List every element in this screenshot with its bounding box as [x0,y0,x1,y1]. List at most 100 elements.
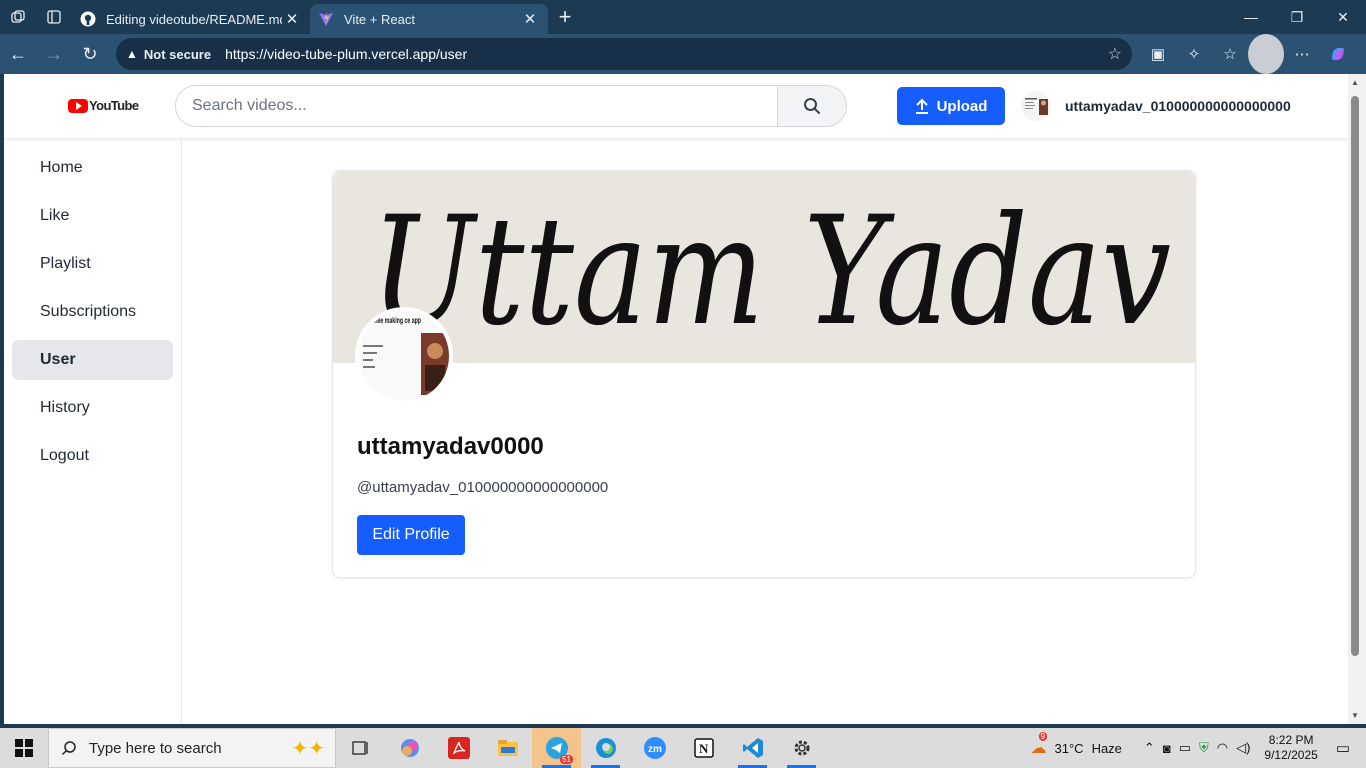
upload-button[interactable]: Upload [897,87,1005,125]
weather-icon: ☁ 9 [1030,732,1047,757]
system-tray: ☁ 9 31°C Haze ⌃ ◙ ▭ ⛨ ◠ ◁) 8:22 PM 9/12/… [1031,728,1366,768]
search-button[interactable] [777,86,846,126]
search-bar [175,85,847,127]
address-bar[interactable]: ▲ Not secure https://video-tube-plum.ver… [116,38,1132,70]
clock-date: 9/12/2025 [1264,748,1318,762]
search-icon [61,741,76,756]
scroll-down-icon[interactable]: ▼ [1351,711,1359,720]
sidebar-item-history[interactable]: History [12,388,173,428]
chevron-up-icon[interactable]: ⌃ [1144,740,1155,756]
task-view-icon[interactable] [336,728,385,768]
reader-mode-icon[interactable]: ▣ [1140,34,1176,74]
sidebar: Home Like Playlist Subscriptions User Hi… [4,138,182,724]
settings-icon[interactable] [777,728,826,768]
new-tab-button[interactable]: + [548,0,582,34]
workspaces-icon[interactable] [0,0,36,34]
telegram-badge: 51 [560,755,573,764]
refresh-icon[interactable]: ↻ [72,34,108,74]
url-text[interactable]: https://video-tube-plum.vercel.app/user [225,46,1108,62]
more-icon[interactable]: ⋯ [1284,34,1320,74]
vite-icon [318,11,334,27]
camera-icon[interactable]: ◙ [1163,741,1171,756]
restore-icon[interactable]: ❐ [1274,0,1320,34]
scroll-up-icon[interactable]: ▲ [1351,78,1359,87]
app-header: YouTube Upload uttamyadav_01000000000000… [4,74,1348,138]
extensions-icon[interactable]: ✧ [1176,34,1212,74]
sidebar-item-playlist[interactable]: Playlist [12,244,173,284]
tab-github-readme[interactable]: Editing videotube/README.md at ✕ [72,4,310,34]
back-icon[interactable]: ← [0,34,36,74]
sidebar-item-home[interactable]: Home [12,148,173,188]
weather-text: Haze [1091,740,1122,756]
header-username: uttamyadav_010000000000000000 [1065,98,1291,114]
header-user[interactable]: uttamyadav_010000000000000000 [1021,91,1291,121]
favorites-icon[interactable]: ☆ [1212,34,1248,74]
scroll-thumb[interactable] [1351,96,1359,656]
copilot-icon[interactable] [1320,34,1356,74]
profile-handle: @uttamyadav_010000000000000000 [357,479,609,496]
tab-vite-react[interactable]: Vite + React ✕ [310,4,548,34]
wifi-icon[interactable]: ◠ [1217,740,1228,756]
page-viewport: YouTube Upload uttamyadav_01000000000000… [4,74,1348,724]
weather-widget[interactable]: ☁ 9 31°C Haze [1030,732,1122,758]
taskbar-search[interactable]: Type here to search ✦✦ [48,728,336,768]
notion-icon[interactable]: N [679,728,728,768]
notifications-icon[interactable]: ▭ [1336,739,1350,757]
vscode-icon[interactable] [728,728,777,768]
windows-start-icon[interactable] [0,728,48,768]
profile-avatar[interactable]: nts while making ce app [355,307,453,405]
sidebar-item-like[interactable]: Like [12,196,173,236]
security-shield-icon[interactable]: ⛨ [1199,740,1209,756]
temperature: 31°C [1054,740,1084,756]
search-icon [804,98,820,114]
search-input[interactable] [176,86,777,126]
weather-badge: 9 [1038,732,1047,741]
clock[interactable]: 8:22 PM 9/12/2025 [1264,733,1317,763]
close-window-icon[interactable]: ✕ [1320,0,1366,34]
edge-icon[interactable] [581,728,630,768]
youtube-logo[interactable]: YouTube [68,98,139,113]
browser-tools: ▣ ✧ ☆ ⋯ [1140,34,1356,74]
logo-text: YouTube [89,98,139,113]
tab-title: Editing videotube/README.md at [106,11,282,27]
upload-label: Upload [936,97,988,115]
file-explorer-icon[interactable] [483,728,532,768]
profile-display-name: uttamyadav0000 [357,433,544,460]
clock-time: 8:22 PM [1268,733,1314,747]
play-icon [68,98,88,113]
volume-icon[interactable]: ◁) [1236,740,1250,756]
forward-icon[interactable]: → [36,34,72,74]
window-controls: — ❐ ✕ [1228,0,1366,34]
favorite-star-icon[interactable]: ☆ [1108,44,1122,64]
close-tab-icon[interactable]: ✕ [520,10,540,28]
sidebar-item-logout[interactable]: Logout [12,436,173,476]
profile-card: Uttam Yadav nts while making ce app utta… [332,170,1196,578]
tab-title: Vite + React [344,11,415,27]
cover-image: Uttam Yadav [333,171,1195,363]
page-scrollbar[interactable]: ▲ ▼ [1348,74,1366,724]
browser-toolbar: ← → ↻ ▲ Not secure https://video-tube-pl… [0,34,1366,74]
tab-actions-icon[interactable] [36,0,72,34]
avatar[interactable] [1021,91,1051,121]
browser-titlebar: Editing videotube/README.md at ✕ Vite + … [0,0,1366,34]
upload-icon [915,98,928,114]
sidebar-item-subscriptions[interactable]: Subscriptions [12,292,173,332]
telegram-icon[interactable]: 51 [532,728,581,768]
taskbar: Type here to search ✦✦ 51 zm N ☁ 9 31°C [0,728,1366,768]
minimize-icon[interactable]: — [1228,0,1274,34]
copilot-sparkle-icon: ✦✦ [291,737,325,760]
security-label: Not secure [143,46,212,62]
github-icon [80,11,96,27]
warning-icon: ▲ [126,47,138,61]
cover-handwriting: Uttam Yadav [371,185,1171,359]
zoom-icon[interactable]: zm [630,728,679,768]
edit-profile-button[interactable]: Edit Profile [357,515,465,555]
taskbar-search-placeholder: Type here to search [89,739,222,757]
svg-text:N: N [699,741,709,756]
acrobat-icon[interactable] [434,728,483,768]
profile-icon[interactable] [1248,34,1284,74]
battery-icon[interactable]: ▭ [1179,740,1191,756]
sidebar-item-user[interactable]: User [12,340,173,380]
close-tab-icon[interactable]: ✕ [282,10,302,28]
copilot-app-icon[interactable] [385,728,434,768]
